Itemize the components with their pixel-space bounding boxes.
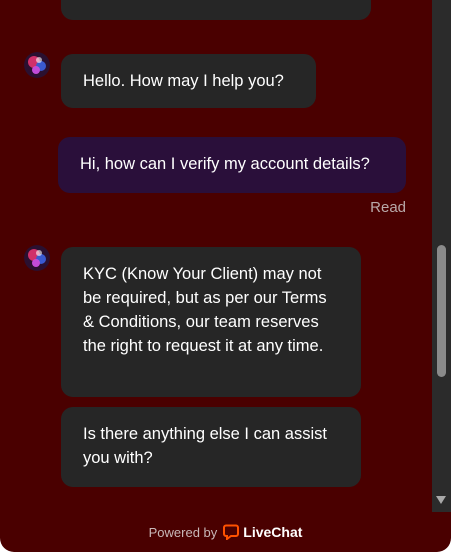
visitor-message-bubble: Hi, how can I verify my account details? bbox=[58, 137, 406, 193]
livechat-link[interactable]: LiveChat bbox=[223, 524, 303, 541]
chat-widget: Hello. How may I help you? Hi, how can I… bbox=[0, 0, 451, 552]
agent-avatar bbox=[24, 245, 50, 271]
powered-by-footer: Powered by LiveChat bbox=[0, 512, 451, 552]
message-text: Is there anything else I can assist you … bbox=[83, 425, 327, 467]
agent-avatar bbox=[24, 52, 50, 78]
brand-name: LiveChat bbox=[243, 524, 303, 540]
powered-by-text: Powered by bbox=[148, 524, 218, 540]
previous-message-bubble bbox=[61, 0, 371, 20]
agent-message-bubble: Hello. How may I help you? bbox=[61, 54, 316, 108]
scrollbar-thumb[interactable] bbox=[437, 245, 446, 377]
livechat-logo-icon bbox=[223, 524, 240, 541]
message-text: KYC (Know Your Client) may not be requir… bbox=[83, 265, 327, 355]
read-status: Read bbox=[370, 199, 406, 216]
message-text: Hi, how can I verify my account details? bbox=[80, 155, 370, 173]
scroll-down-arrow-icon[interactable] bbox=[436, 496, 446, 504]
message-text: Hello. How may I help you? bbox=[83, 72, 284, 90]
message-list[interactable]: Hello. How may I help you? Hi, how can I… bbox=[0, 0, 432, 512]
agent-message-bubble: KYC (Know Your Client) may not be requir… bbox=[61, 247, 361, 397]
agent-message-bubble: Is there anything else I can assist you … bbox=[61, 407, 361, 487]
scrollbar[interactable] bbox=[432, 0, 451, 512]
